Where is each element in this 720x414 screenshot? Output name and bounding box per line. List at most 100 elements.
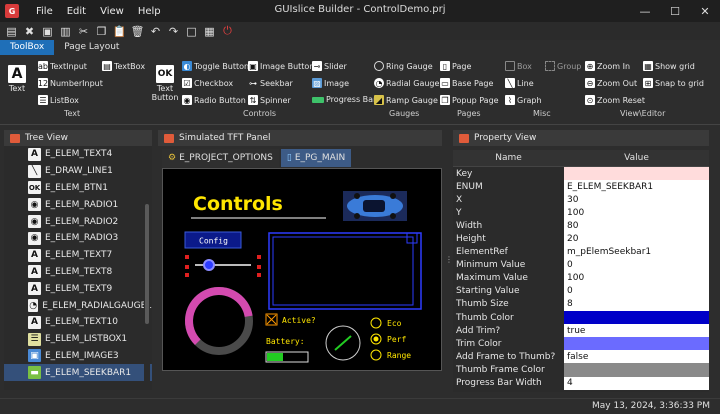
radio-button-tool-button[interactable]: ◉ Radio Button <box>182 95 246 105</box>
line-tool-label: Line <box>517 78 534 88</box>
property-view-header: Property View <box>453 130 709 146</box>
radio-eco[interactable] <box>370 317 382 329</box>
code-button[interactable]: ▦ <box>202 24 217 38</box>
property-value[interactable]: 80 <box>564 219 709 233</box>
tree-item[interactable]: ☰ E_ELEM_LISTBOX1 <box>4 331 152 348</box>
tree-scroll-thumb[interactable] <box>145 204 149 324</box>
menu-help[interactable]: Help <box>131 6 168 17</box>
tree-item[interactable]: A E_ELEM_TEXT7 <box>4 247 152 264</box>
base-page-tool-button[interactable]: ▭ Base Page <box>440 78 493 88</box>
property-value[interactable]: 20 <box>564 232 709 246</box>
seekbar-widget[interactable] <box>185 255 261 277</box>
image-tool-button[interactable]: ▨ Image <box>312 78 349 88</box>
box-tool-button[interactable]: Box <box>505 61 532 71</box>
save-as-button[interactable]: ▥ <box>58 24 73 38</box>
text-tool-button[interactable]: A Text <box>8 65 26 93</box>
group-tool-button[interactable]: Group <box>545 61 581 71</box>
property-value[interactable] <box>564 311 709 325</box>
property-value[interactable]: true <box>564 324 709 338</box>
panel-splitter[interactable]: ⋮ <box>445 255 453 264</box>
tab-pg-main[interactable]: ▯ E_PG_MAIN <box>280 149 352 167</box>
slider-tool-button[interactable]: ⊸ Slider <box>312 61 347 71</box>
property-value[interactable]: 0 <box>564 258 709 272</box>
tab-project-options[interactable]: ⚙ E_PROJECT_OPTIONS <box>162 149 279 167</box>
new-project-button[interactable]: ▤ <box>4 24 19 38</box>
menu-edit[interactable]: Edit <box>60 6 93 17</box>
menu-file[interactable]: File <box>29 6 60 17</box>
popup-page-tool-button[interactable]: ❐ Popup Page <box>440 95 499 105</box>
spinner-tool-button[interactable]: ⇅ Spinner <box>248 95 291 105</box>
tree-item[interactable]: A E_ELEM_TEXT4 <box>4 146 152 163</box>
zoom-out-button[interactable]: ⊖ Zoom Out <box>585 78 637 88</box>
line-tool-button[interactable]: ╲ Line <box>505 78 534 88</box>
copy-button[interactable]: ❐ <box>94 24 109 38</box>
graph-tool-button[interactable]: ⌇ Graph <box>505 95 542 105</box>
zoom-in-button[interactable]: ⊕ Zoom In <box>585 61 630 71</box>
tree-item[interactable]: ◉ E_ELEM_RADIO2 <box>4 213 152 230</box>
tree-item[interactable]: ◉ E_ELEM_RADIO1 <box>4 196 152 213</box>
textbox-tool-button[interactable]: ▤ TextBox <box>102 61 145 71</box>
property-value[interactable]: false <box>564 350 709 364</box>
radial-gauge-tool-button[interactable]: ◔ Radial Gauge <box>374 78 439 88</box>
text-button-tool-button[interactable]: OK Text Button <box>150 65 180 102</box>
property-value[interactable] <box>564 363 709 377</box>
tree-item-label: E_ELEM_TEXT10 <box>45 317 118 328</box>
progress-bar-tool-button[interactable]: Progress Bar <box>312 95 376 104</box>
paste-button[interactable]: 📋 <box>112 24 127 38</box>
property-row: Add Trim? true <box>453 324 709 338</box>
tree-item[interactable]: OK E_ELEM_BTN1 <box>4 180 152 197</box>
minimize-button[interactable]: — <box>630 0 660 22</box>
seekbar-thumb[interactable] <box>203 259 215 271</box>
close-button[interactable]: ✕ <box>690 0 720 22</box>
ramp-gauge-tool-button[interactable]: ◢ Ramp Gauge <box>374 95 438 105</box>
listbox-scroll-up[interactable] <box>406 232 418 244</box>
checkbox-tool-button[interactable]: ☑ Checkbox <box>182 78 233 88</box>
image-button-tool-button[interactable]: ▣ Image Button <box>248 61 314 71</box>
property-value[interactable] <box>564 337 709 351</box>
tft-screen[interactable]: Controls Config Active? Battery: Eco Per… <box>162 168 442 371</box>
toggle-button-tool-button[interactable]: ◐ Toggle Button <box>182 61 249 71</box>
numberinput-tool-button[interactable]: 12 NumberInput <box>38 78 103 88</box>
zoom-reset-button[interactable]: ⊙ Zoom Reset <box>585 95 645 105</box>
property-value[interactable]: 4 <box>564 376 709 390</box>
property-value[interactable] <box>564 167 709 181</box>
save-button[interactable]: ▣ <box>40 24 55 38</box>
redo-button[interactable]: ↷ <box>166 24 181 38</box>
property-value[interactable]: 8 <box>564 297 709 312</box>
exit-button[interactable]: ⏻ <box>220 24 235 38</box>
listbox-widget[interactable] <box>268 232 422 310</box>
grid-button[interactable]: □ <box>184 24 199 38</box>
tree-item[interactable]: ◔ E_ELEM_RADIALGAUGE1 <box>4 297 152 314</box>
menu-view[interactable]: View <box>93 6 131 17</box>
property-value[interactable]: 100 <box>564 206 709 220</box>
close-project-button[interactable]: ✖ <box>22 24 37 38</box>
radio-range[interactable] <box>370 349 382 361</box>
undo-button[interactable]: ↶ <box>148 24 163 38</box>
property-value[interactable]: E_ELEM_SEEKBAR1 <box>564 180 709 194</box>
tree-item[interactable]: ▬ E_ELEM_SEEKBAR1 <box>4 364 152 382</box>
snap-to-grid-button[interactable]: ⊞ Snap to grid <box>643 78 704 88</box>
tab-toolbox[interactable]: ToolBox <box>0 40 55 55</box>
page-tool-button[interactable]: ▯ Page <box>440 61 471 71</box>
property-value[interactable]: 0 <box>564 284 709 298</box>
tab-page-layout[interactable]: Page Layout <box>54 40 129 55</box>
seekbar-icon: ▬ <box>28 366 41 380</box>
property-value[interactable]: 100 <box>564 271 709 285</box>
delete-button[interactable]: 🗑 <box>130 24 145 38</box>
tree-item[interactable]: A E_ELEM_TEXT10 <box>4 314 152 331</box>
tree-item[interactable]: A E_ELEM_TEXT9 <box>4 280 152 297</box>
tree-item[interactable]: ╲ E_DRAW_LINE1 <box>4 163 152 180</box>
ring-gauge-tool-button[interactable]: Ring Gauge <box>374 61 433 71</box>
listbox-tool-button[interactable]: ☰ ListBox <box>38 95 79 105</box>
seekbar-tool-button[interactable]: ⊶ Seekbar <box>248 78 293 88</box>
tree-item[interactable]: A E_ELEM_TEXT8 <box>4 264 152 281</box>
property-value[interactable]: 30 <box>564 193 709 207</box>
property-value[interactable]: m_pElemSeekbar1 <box>564 245 709 259</box>
show-grid-button[interactable]: ▦ Show grid <box>643 61 695 71</box>
tree-item[interactable]: ▣ E_ELEM_IMAGE3 <box>4 348 152 365</box>
maximize-button[interactable]: ☐ <box>660 0 690 22</box>
cut-button[interactable]: ✂ <box>76 24 91 38</box>
tree-item[interactable]: ◉ E_ELEM_RADIO3 <box>4 230 152 247</box>
tree-scrollbar[interactable] <box>144 146 150 390</box>
textinput-tool-button[interactable]: ab TextInput <box>38 61 87 71</box>
